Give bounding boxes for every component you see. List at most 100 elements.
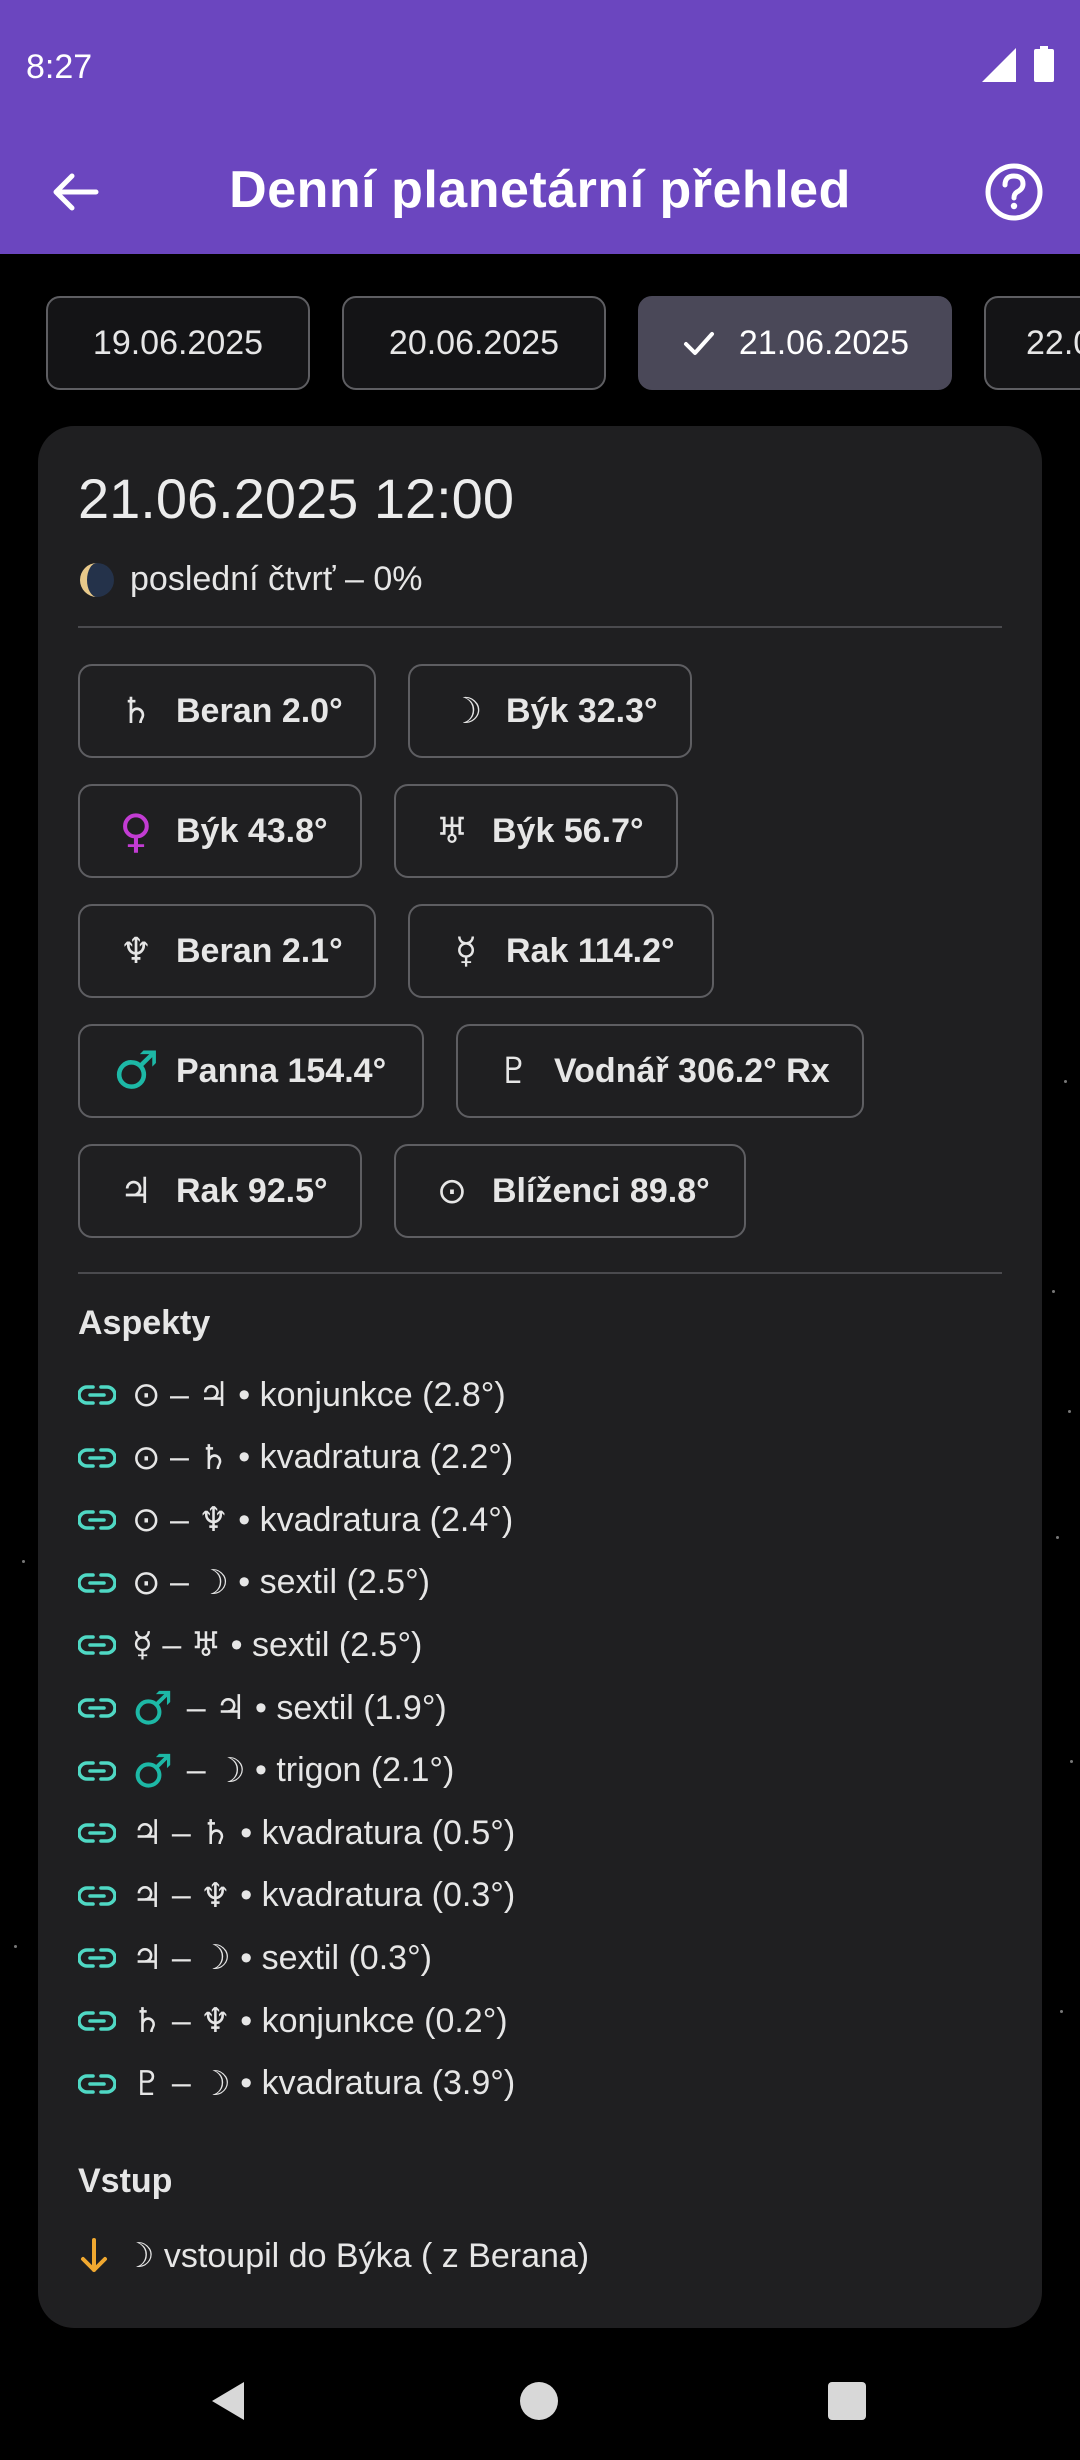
planet-chip[interactable]: ☿ Rak 114.2° <box>408 904 714 998</box>
planet-chip[interactable]: ♄ Beran 2.0° <box>78 664 376 758</box>
moon-symbol-icon: ☽ <box>449 690 483 732</box>
divider <box>78 1272 1002 1274</box>
date-chip[interactable]: 19.06.2025 <box>46 296 310 390</box>
aspect-bullet: • <box>230 1813 262 1852</box>
neptune-icon: ♆ <box>119 930 153 972</box>
planet-position: Blíženci 89.8° <box>492 1171 710 1210</box>
aspect-bullet: • <box>228 1438 260 1477</box>
planet-chip[interactable]: ☽ Býk 32.3° <box>408 664 692 758</box>
planet-position: Býk 43.8° <box>176 811 328 850</box>
aspect-planet-a: ♂ <box>132 1743 174 1798</box>
aspect-planet-a: ⊙ <box>132 1375 161 1415</box>
planet-chip[interactable]: ♃ Rak 92.5° <box>78 1144 362 1238</box>
aspect-item: ♃ – ♆ • kvadratura (0.3°) <box>78 1871 515 1921</box>
status-time: 8:27 <box>26 48 93 86</box>
aspect-planet-a: ⊙ <box>132 1500 161 1541</box>
planet-position: Býk 32.3° <box>506 691 658 730</box>
moon-phase: poslední čtvrť – 0% <box>78 560 422 599</box>
date-chip-label: 19.06.2025 <box>92 323 264 362</box>
aspect-planet-b: ♅ <box>190 1625 222 1666</box>
aspect-item: ♂ – ♃ • sextil (1.9°) <box>78 1681 447 1735</box>
planet-position: Rak 114.2° <box>506 931 675 970</box>
aspect-bullet: • <box>228 1500 260 1539</box>
aspect-item: ♇ – ☽ • kvadratura (3.9°) <box>78 2059 515 2109</box>
planet-position: Panna 154.4° <box>176 1051 387 1090</box>
aspect-planet-b: ☽ <box>215 1750 246 1791</box>
arrow-down-icon <box>81 2238 107 2272</box>
ingress-text: ☽ vstoupil do Býka ( z Berana) <box>124 2237 590 2275</box>
aspect-planet-b: ☽ <box>200 2063 231 2104</box>
aspect-planet-b: ♆ <box>200 2001 231 2041</box>
ingress-title: Vstup <box>78 2162 173 2200</box>
aspect-text: kvadratura (3.9°) <box>261 2064 516 2103</box>
moon-icon <box>80 562 114 597</box>
planet-position: Beran 2.0° <box>176 691 343 730</box>
date-chip[interactable]: 20.06.2025 <box>342 296 606 390</box>
page-title: Denní planetární přehled <box>229 161 851 219</box>
aspect-bullet: • <box>230 1876 262 1915</box>
aspect-planet-a: ☿ <box>132 1625 153 1666</box>
aspect-planet-b: ♃ <box>215 1688 246 1728</box>
planet-position: Býk 56.7° <box>492 811 644 850</box>
signal-icon <box>982 48 1016 82</box>
planet-chip[interactable]: ♂ Panna 154.4° <box>78 1024 424 1118</box>
aspect-separator: – <box>162 1938 201 1977</box>
nav-recents-icon[interactable] <box>828 2382 866 2420</box>
nav-home-icon[interactable] <box>520 2382 558 2420</box>
nav-back-icon[interactable] <box>208 2380 248 2422</box>
aspect-text: sextil (1.9°) <box>276 1688 447 1727</box>
aspect-planet-a: ♄ <box>132 2001 163 2041</box>
mars-icon: ♂ <box>112 1041 160 1101</box>
aspect-planet-b: ♆ <box>198 1500 229 1541</box>
aspect-planet-a: ♇ <box>132 2063 163 2104</box>
aspect-item: ♄ – ♆ • konjunkce (0.2°) <box>78 1996 508 2046</box>
link-icon <box>78 1823 116 1843</box>
jupiter-icon: ♃ <box>119 1170 153 1212</box>
aspect-planet-a: ♃ <box>132 1875 163 1916</box>
planet-chip[interactable]: ♆ Beran 2.1° <box>78 904 376 998</box>
battery-icon <box>1034 46 1054 82</box>
aspect-separator: – <box>160 1375 199 1414</box>
date-chip-selected[interactable]: 21.06.2025 <box>638 296 952 390</box>
link-icon <box>78 2011 116 2031</box>
ingress-item: ☽ vstoupil do Býka ( z Berana) <box>78 2236 589 2276</box>
aspect-text: sextil (2.5°) <box>251 1625 423 1664</box>
mercury-icon: ☿ <box>454 930 478 972</box>
help-circle-icon[interactable] <box>982 160 1046 224</box>
aspects-title: Aspekty <box>78 1304 211 1342</box>
link-icon <box>78 1760 116 1781</box>
aspect-bullet: • <box>245 1751 277 1790</box>
aspect-text: trigon (2.1°) <box>276 1751 455 1790</box>
link-icon <box>78 1572 116 1593</box>
date-chip[interactable]: 22.0 <box>984 296 1080 390</box>
aspect-planet-b: ♃ <box>198 1375 229 1415</box>
planet-chip[interactable]: ⊙ Blíženci 89.8° <box>394 1144 746 1238</box>
aspect-planet-a: ♃ <box>132 1938 163 1979</box>
aspect-item: ♃ – ☽ • sextil (0.3°) <box>78 1933 432 1983</box>
aspect-planet-a: ♃ <box>132 1813 163 1854</box>
aspect-separator: – <box>152 1625 191 1664</box>
aspect-text: kvadratura (2.2°) <box>259 1438 514 1477</box>
aspect-planet-a: ⊙ <box>132 1562 161 1603</box>
aspect-text: kvadratura (0.3°) <box>261 1876 516 1915</box>
link-icon <box>78 1948 116 1969</box>
status-bar: 8:27 <box>0 0 1080 130</box>
saturn-icon: ♄ <box>119 690 153 732</box>
planet-chip[interactable]: ♅ Býk 56.7° <box>394 784 678 878</box>
aspect-separator: – <box>177 1751 216 1790</box>
planet-chip[interactable]: ♀ Býk 43.8° <box>78 784 362 878</box>
aspect-item: ⊙ – ☽ • sextil (2.5°) <box>78 1558 430 1608</box>
aspect-planet-a: ♂ <box>132 1681 174 1735</box>
aspect-bullet: • <box>230 1938 262 1977</box>
planet-chip[interactable]: ♇ Vodnář 306.2° Rx <box>456 1024 864 1118</box>
aspect-planet-b: ♄ <box>200 1813 231 1854</box>
aspect-bullet: • <box>230 2064 262 2103</box>
aspect-text: konjunkce (0.2°) <box>261 2001 508 2040</box>
date-selector: 19.06.2025 20.06.2025 21.06.2025 22.0 <box>0 296 1080 394</box>
planet-position: Rak 92.5° <box>176 1171 328 1210</box>
aspect-planet-b: ♄ <box>198 1437 229 1478</box>
uranus-icon: ♅ <box>435 810 469 852</box>
link-icon <box>78 1510 116 1530</box>
check-icon <box>683 332 714 355</box>
aspect-separator: – <box>177 1688 216 1727</box>
